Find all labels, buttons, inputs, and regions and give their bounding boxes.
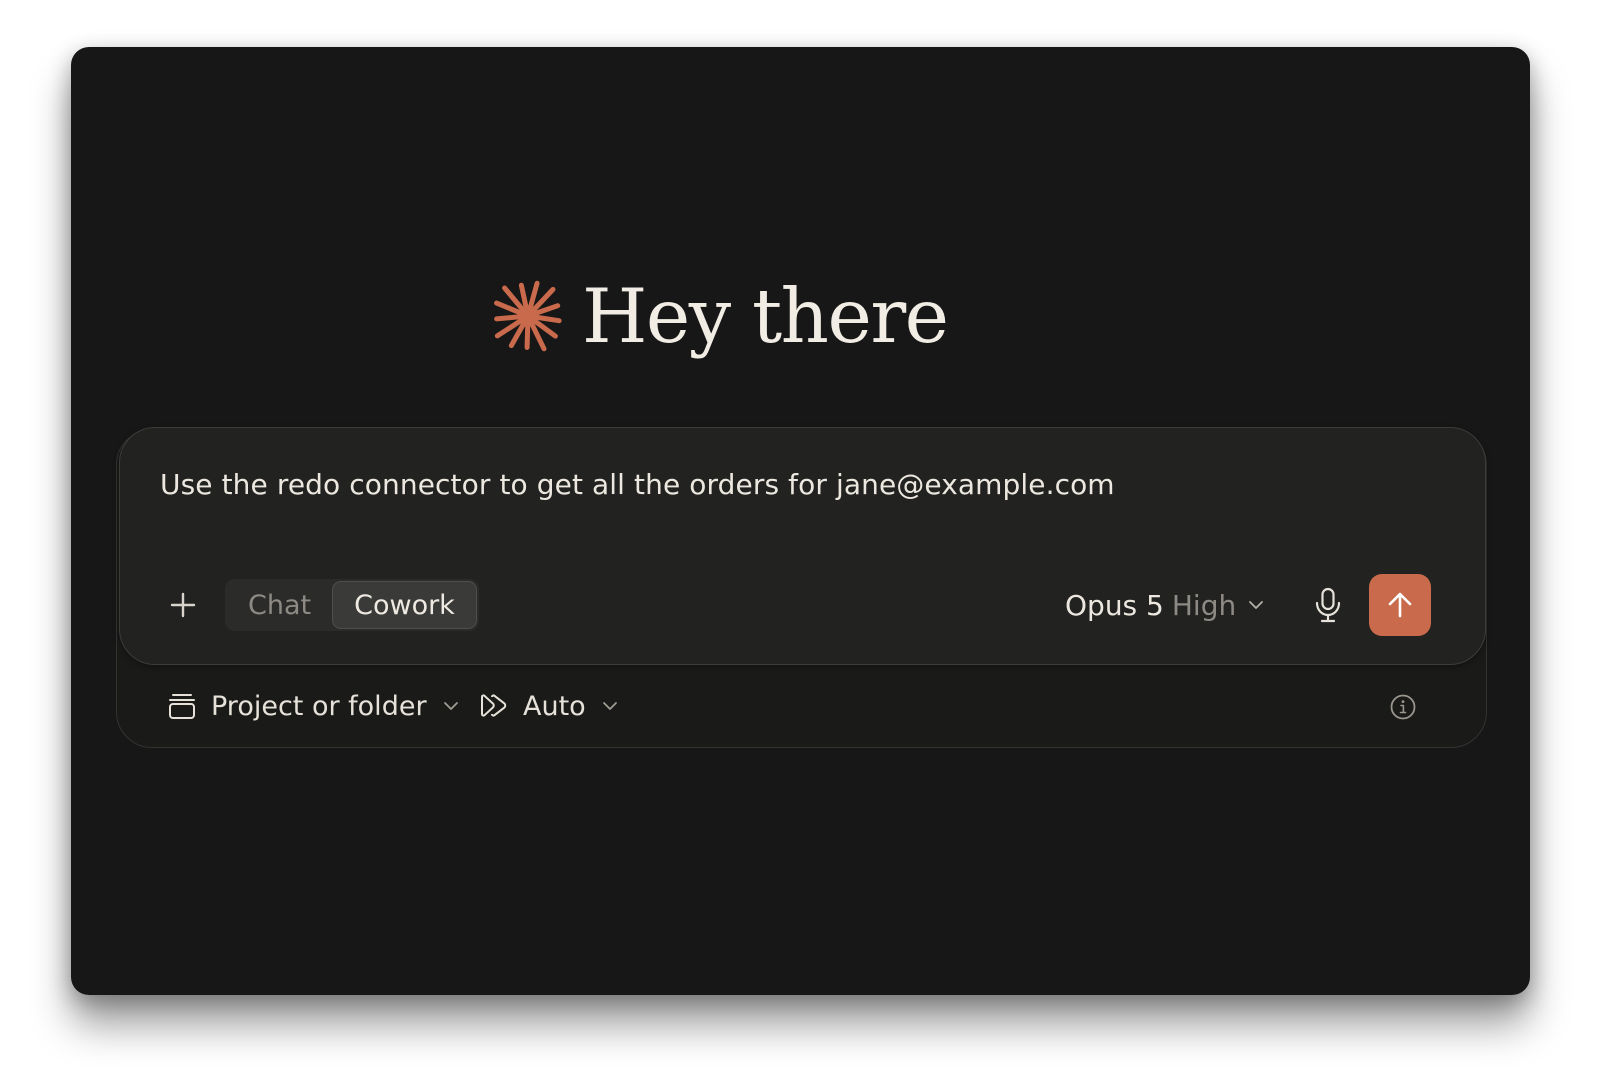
prompt-input[interactable]: Use the redo connector to get all the or… bbox=[160, 468, 1115, 501]
auto-mode-label: Auto bbox=[523, 690, 586, 722]
project-folder-label: Project or folder bbox=[211, 690, 427, 722]
mode-toggle: Chat Cowork bbox=[225, 579, 479, 631]
mode-cowork-button[interactable]: Cowork bbox=[332, 581, 477, 629]
greeting: Hey there bbox=[488, 261, 949, 371]
info-icon bbox=[1390, 694, 1416, 720]
model-selector[interactable]: Opus 5 High bbox=[1065, 582, 1266, 628]
chevron-down-icon bbox=[600, 696, 620, 716]
fast-forward-icon bbox=[479, 693, 509, 719]
add-attachment-button[interactable] bbox=[164, 586, 202, 624]
info-button[interactable] bbox=[1388, 692, 1418, 722]
send-button[interactable] bbox=[1369, 574, 1431, 636]
app-window: Hey there Use the redo connector to get … bbox=[71, 47, 1530, 995]
chevron-down-icon bbox=[1246, 595, 1266, 615]
composer: Use the redo connector to get all the or… bbox=[119, 427, 1486, 665]
model-name: Opus 5 bbox=[1065, 588, 1164, 622]
asterisk-burst-icon bbox=[488, 276, 568, 356]
composer-footer: Project or folder Auto bbox=[117, 676, 1486, 736]
composer-container: Use the redo connector to get all the or… bbox=[116, 427, 1487, 748]
plus-icon bbox=[170, 592, 196, 618]
chevron-down-icon bbox=[441, 696, 461, 716]
model-effort: High bbox=[1171, 588, 1237, 622]
project-folder-selector[interactable]: Project or folder bbox=[167, 676, 461, 736]
arrow-up-icon bbox=[1388, 592, 1412, 618]
greeting-title: Hey there bbox=[582, 271, 949, 360]
composer-toolbar: Chat Cowork Opus 5 High bbox=[120, 574, 1485, 636]
microphone-button[interactable] bbox=[1306, 583, 1350, 627]
auto-mode-selector[interactable]: Auto bbox=[479, 676, 620, 736]
microphone-icon bbox=[1315, 587, 1341, 623]
mode-chat-button[interactable]: Chat bbox=[227, 581, 332, 629]
folder-stack-icon bbox=[167, 692, 197, 720]
